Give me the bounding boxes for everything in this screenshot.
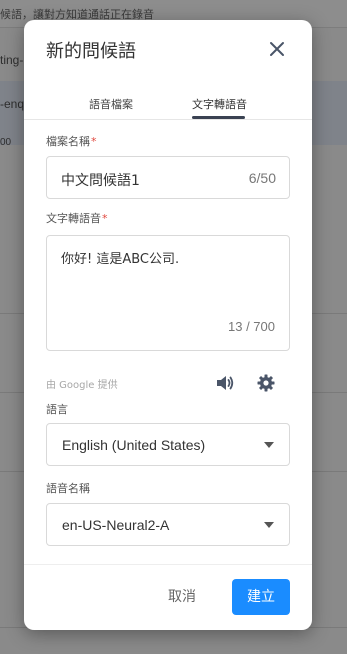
file-name-input[interactable]: 中文問候語1 6/50 [46, 156, 290, 199]
chevron-down-icon [264, 522, 274, 528]
tab-audio-file[interactable]: 語音檔案 [89, 96, 133, 112]
play-preview-button[interactable] [215, 373, 235, 393]
background-row-label: 00 [0, 137, 12, 148]
new-greeting-dialog: 新的問候語 語音檔案 文字轉語音 檔案名稱* 中文問候語1 6/50 文字轉語音… [24, 20, 312, 630]
voice-name-select[interactable]: en-US-Neural2-A [46, 503, 290, 546]
gear-icon [257, 374, 275, 392]
active-tab-indicator [192, 116, 245, 119]
close-button[interactable] [268, 40, 290, 62]
tts-label: 文字轉語音* [46, 210, 108, 226]
file-name-value: 中文問候語1 [61, 173, 140, 189]
tts-counter: 13 / 700 [228, 319, 275, 334]
file-name-label-text: 檔案名稱 [46, 135, 90, 148]
language-selected-value: English (United States) [62, 437, 206, 453]
tts-text-value: 你好! 這是ABC公司. [61, 252, 180, 267]
provider-credit: 由 Google 提供 [46, 380, 118, 391]
tts-label-text: 文字轉語音 [46, 212, 101, 225]
background-row-label: ting- [0, 53, 24, 67]
cancel-button[interactable]: 取消 [154, 579, 210, 615]
background-row-label: -enq [0, 97, 25, 111]
create-button[interactable]: 建立 [232, 579, 290, 615]
tab-bar: 語音檔案 文字轉語音 [24, 94, 312, 120]
voice-name-selected-value: en-US-Neural2-A [62, 517, 170, 533]
speaker-icon [217, 376, 234, 390]
required-mark: * [91, 135, 97, 148]
voice-settings-button[interactable] [257, 374, 275, 392]
required-mark: * [102, 212, 108, 225]
language-label: 語言 [46, 403, 68, 416]
language-select[interactable]: English (United States) [46, 423, 290, 466]
voice-name-label: 語音名稱 [46, 482, 90, 495]
chevron-down-icon [264, 442, 274, 448]
close-icon [270, 42, 284, 56]
footer-divider [24, 564, 312, 565]
file-name-label: 檔案名稱* [46, 133, 97, 149]
file-name-counter: 6/50 [248, 170, 276, 186]
tts-textarea[interactable]: 你好! 這是ABC公司. 13 / 700 [46, 235, 290, 351]
tab-text-to-speech[interactable]: 文字轉語音 [192, 96, 247, 112]
dialog-title: 新的問候語 [46, 41, 136, 62]
